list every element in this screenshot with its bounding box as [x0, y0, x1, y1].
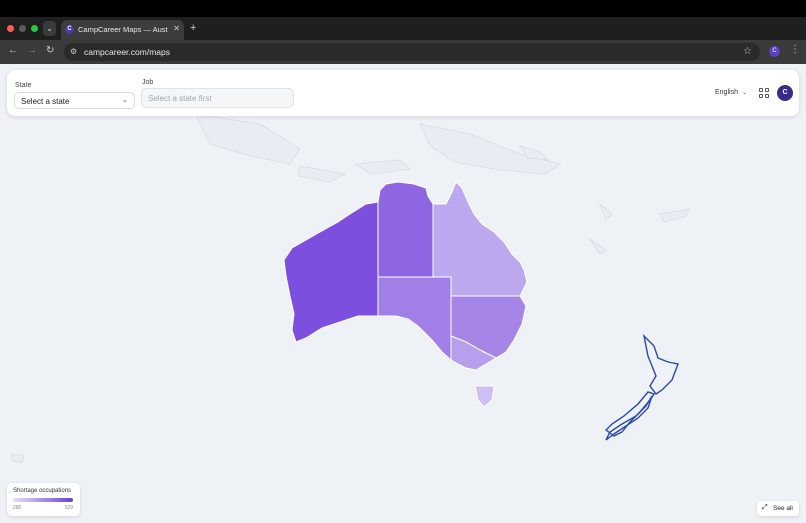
- legend-min-value: 280: [13, 505, 22, 511]
- address-bar[interactable]: ⚙ campcareer.com/maps ☆: [64, 43, 760, 61]
- browser-toolbar: ← → ↻ ⚙ campcareer.com/maps ☆ C ⋮: [0, 40, 806, 64]
- legend-title: Shortage occupations: [13, 488, 72, 494]
- new-tab-button[interactable]: +: [190, 22, 196, 34]
- australia-map: [283, 181, 528, 408]
- site-settings-icon[interactable]: ⚙: [70, 47, 77, 56]
- url-text: campcareer.com/maps: [84, 47, 170, 57]
- chevron-down-icon: ⌄: [122, 97, 128, 104]
- close-window-button[interactable]: [7, 25, 14, 32]
- tab-search-chevron-icon[interactable]: ⌄: [43, 21, 56, 36]
- tab-close-icon[interactable]: ✕: [173, 24, 180, 33]
- language-selector[interactable]: English ⌄: [715, 89, 747, 96]
- region-northern-territory[interactable]: [377, 181, 434, 278]
- language-label: English: [715, 89, 738, 96]
- star-icon[interactable]: ☆: [743, 46, 752, 57]
- browser-tab-strip: ⌄ C CampCareer Maps — Australi ✕ +: [0, 17, 806, 40]
- user-avatar[interactable]: C: [777, 85, 793, 101]
- state-select[interactable]: Select a state ⌄: [14, 92, 135, 109]
- reload-icon[interactable]: ↻: [46, 45, 54, 56]
- region-south-australia[interactable]: [377, 276, 452, 362]
- shortage-legend: Shortage occupations 280 329: [7, 483, 80, 516]
- tab-favicon-icon: C: [65, 25, 74, 34]
- map-canvas[interactable]: [0, 64, 806, 523]
- expand-icon: ⤢: [762, 504, 768, 511]
- region-western-australia[interactable]: [283, 201, 379, 343]
- job-label: Job: [142, 79, 154, 86]
- job-input[interactable]: [141, 88, 294, 108]
- apps-grid-icon[interactable]: [759, 88, 769, 98]
- see-all-label: See all: [773, 505, 793, 512]
- legend-max-value: 329: [64, 505, 73, 511]
- browser-tab-active[interactable]: C CampCareer Maps — Australi ✕: [61, 20, 184, 40]
- minimize-window-button[interactable]: [19, 25, 26, 32]
- state-label: State: [15, 82, 32, 89]
- state-select-value: Select a state: [21, 97, 70, 106]
- browser-profile-avatar[interactable]: C: [769, 46, 780, 57]
- kebab-menu-icon[interactable]: ⋮: [790, 44, 800, 55]
- chevron-down-icon: ⌄: [741, 90, 747, 96]
- map-viewport[interactable]: State Select a state ⌄ Job English⌄ C Sh…: [0, 64, 806, 523]
- os-top-bar: [0, 0, 806, 17]
- filter-toolbar: State Select a state ⌄ Job English⌄ C: [7, 70, 799, 116]
- tab-title: CampCareer Maps — Australi: [78, 25, 168, 34]
- legend-gradient-bar: [13, 498, 73, 502]
- see-all-button[interactable]: ⤢ See all: [757, 501, 799, 516]
- back-icon[interactable]: ←: [8, 45, 18, 56]
- region-tasmania[interactable]: [474, 385, 495, 408]
- maximize-window-button[interactable]: [31, 25, 38, 32]
- forward-icon[interactable]: →: [27, 45, 37, 56]
- new-zealand-outline: [604, 333, 679, 441]
